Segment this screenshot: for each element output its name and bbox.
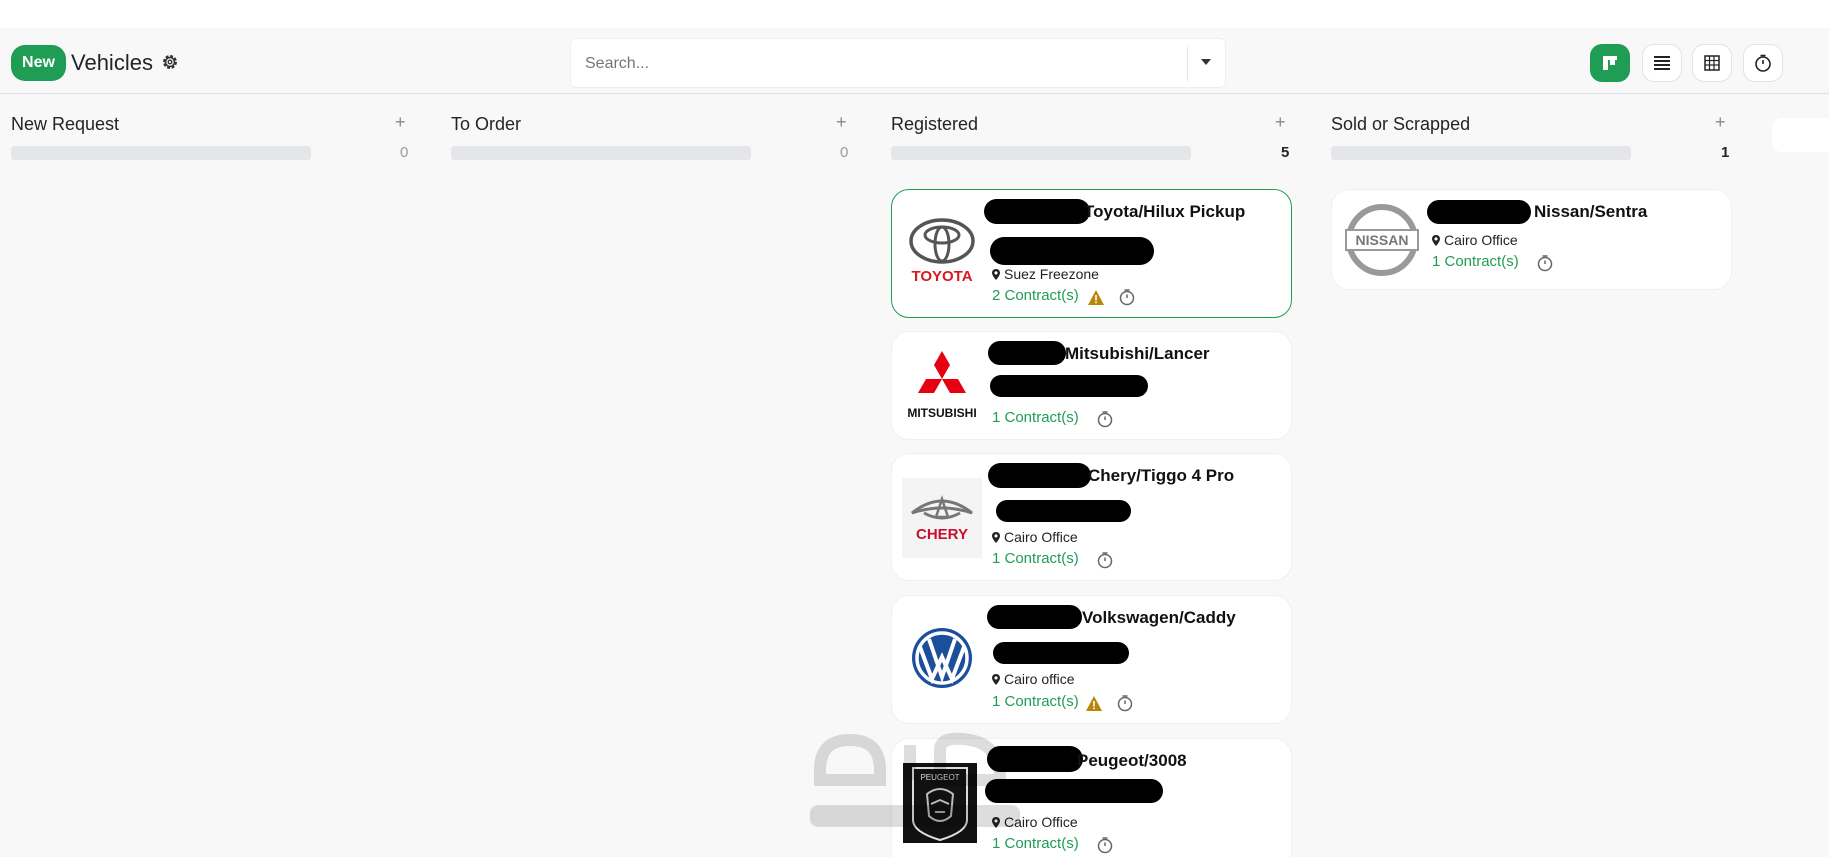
column-progress-bar [11,146,311,160]
clock-icon[interactable] [1096,551,1114,569]
column-count: 1 [1721,144,1730,161]
warning-icon [1088,290,1104,305]
list-view-button[interactable] [1642,44,1682,82]
column-progress-bar [891,146,1191,160]
redacted-driver [990,375,1148,397]
vehicle-card-volkswagen[interactable]: Volkswagen/Caddy Cairo office 1 Contract… [891,595,1292,724]
list-view-icon [1654,56,1670,70]
vehicle-name: Chery/Tiggo 4 Pro [1088,466,1235,485]
svg-text:MITSUBISHI: MITSUBISHI [907,406,976,420]
mitsubishi-logo: MITSUBISHI [902,347,982,427]
vehicle-name: Volkswagen/Caddy [1082,608,1236,627]
clock-icon[interactable] [1536,254,1554,272]
column-title: Sold or Scrapped [1331,114,1471,134]
chery-logo: CHERY [902,478,982,558]
search-bar [570,38,1226,88]
gear-icon[interactable] [160,52,180,72]
pivot-view-button[interactable] [1692,44,1732,82]
search-input[interactable] [585,51,1175,77]
pivot-view-icon [1704,55,1720,71]
vehicle-name: Mitsubishi/Lancer [1065,344,1210,363]
clock-icon[interactable] [1096,836,1114,854]
volkswagen-logo [902,618,982,698]
vehicle-card-chery[interactable]: CHERY Chery/Tiggo 4 Pro Cairo Office 1 C… [891,453,1292,581]
clock-icon[interactable] [1118,288,1136,306]
column-count: 0 [400,144,409,161]
watermark-logo [810,732,1020,827]
vehicle-location: Cairo office [992,671,1075,687]
column-quick-create-button[interactable]: + [836,112,847,133]
map-marker-icon [992,674,1000,685]
control-panel: New Vehicles [0,28,1829,94]
svg-text:CHERY: CHERY [916,526,968,543]
redacted-plate [988,463,1091,488]
contracts-link[interactable]: 1 Contract(s) [1432,253,1519,270]
column-count: 5 [1281,144,1290,161]
vehicle-location: Suez Freezone [992,266,1099,282]
contracts-link[interactable]: 1 Contract(s) [992,693,1079,710]
page-title: Vehicles [71,50,153,75]
vehicle-name: Nissan/Sentra [1534,202,1648,221]
column-progress-bar [451,146,751,160]
redacted-plate [1427,200,1531,224]
nissan-logo: NISSAN [1342,200,1422,280]
folded-column-edge[interactable] [1772,118,1829,152]
map-marker-icon [1432,235,1440,246]
search-options-toggle[interactable] [1201,59,1211,65]
vehicle-card-toyota[interactable]: TOYOTA Toyota/Hilux Pickup Suez Freezone… [891,189,1292,318]
column-title: To Order [451,114,522,134]
map-marker-icon [992,532,1000,543]
toyota-logo: TOYOTA [902,212,982,292]
activity-view-icon [1755,54,1771,72]
contracts-link[interactable]: 1 Contract(s) [992,409,1079,426]
new-button[interactable]: New [11,45,66,81]
clock-icon[interactable] [1116,694,1134,712]
kanban-view-icon [1603,56,1617,70]
column-quick-create-button[interactable]: + [1715,112,1726,133]
redacted-plate [984,199,1090,224]
column-title: New Request [11,114,120,134]
column-quick-create-button[interactable]: + [1275,112,1286,133]
map-marker-icon [992,269,1000,280]
vehicle-card-nissan[interactable]: NISSAN Nissan/Sentra Cairo Office 1 Cont… [1331,189,1732,290]
contracts-link[interactable]: 2 Contract(s) [992,287,1079,304]
svg-text:NISSAN: NISSAN [1356,232,1409,248]
redacted-driver [996,500,1131,522]
redacted-plate [987,605,1082,629]
column-progress-bar [1331,146,1631,160]
redacted-plate [988,341,1066,365]
contracts-link[interactable]: 1 Contract(s) [992,550,1079,567]
redacted-driver [993,642,1129,664]
column-quick-create-button[interactable]: + [395,112,406,133]
clock-icon[interactable] [1096,410,1114,428]
vehicle-location: Cairo Office [992,529,1078,545]
column-count: 0 [840,144,849,161]
vehicle-location: Cairo Office [1432,232,1518,248]
activity-view-button[interactable] [1743,44,1783,82]
top-strip [0,0,1829,28]
warning-icon [1086,696,1102,711]
kanban-view-button[interactable] [1590,44,1630,82]
vehicle-name: Peugeot/3008 [1077,751,1187,770]
search-divider [1187,47,1188,81]
vehicle-name: Toyota/Hilux Pickup [1084,202,1246,221]
redacted-driver [990,237,1154,265]
svg-text:TOYOTA: TOYOTA [911,268,972,285]
vehicle-card-mitsubishi[interactable]: MITSUBISHI Mitsubishi/Lancer 1 Contract(… [891,331,1292,440]
column-title: Registered [891,114,979,134]
